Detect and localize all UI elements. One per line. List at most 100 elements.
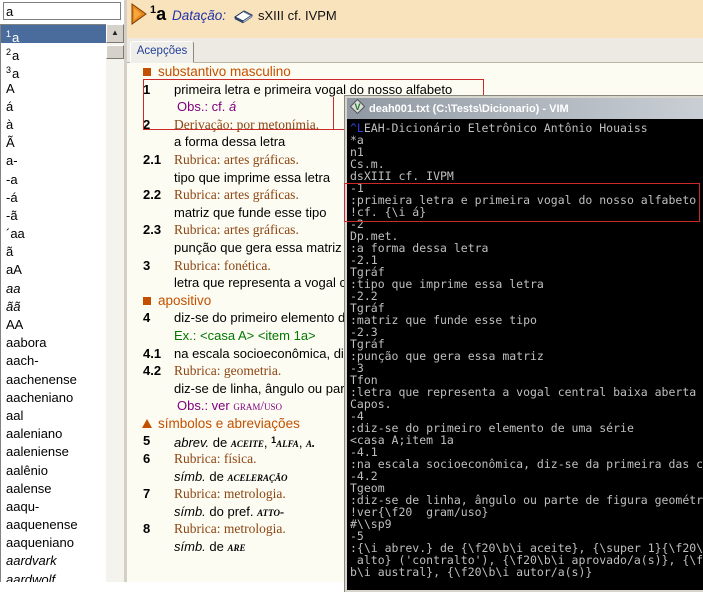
sense-number: 4.2 [143, 362, 173, 380]
headword-letter: a [156, 4, 166, 24]
sense-number: 5 [143, 432, 173, 450]
sense-number: 3 [143, 257, 173, 275]
search-input[interactable] [3, 2, 121, 20]
list-item[interactable]: aach- [1, 352, 107, 370]
vim-buffer[interactable]: ^LEAH-Dicionário Eletrônico Antônio Houa… [347, 119, 703, 590]
vim-line: ^LEAH-Dicionário Eletrônico Antônio Houa… [350, 122, 703, 134]
list-item[interactable]: 2a [1, 43, 107, 61]
list-item[interactable]: a- [1, 152, 107, 170]
vim-line: :punção que gera essa matriz [350, 350, 703, 362]
vim-line: :na escala socioeconômica, diz-se da pri… [350, 458, 703, 470]
vim-icon[interactable]: V [350, 99, 365, 119]
list-item[interactable]: AA [1, 316, 107, 334]
list-item[interactable]: -ã [1, 207, 107, 225]
list-item[interactable]: aa [1, 280, 107, 298]
tab-strip: Acepções [127, 38, 703, 63]
triangle-bullet-icon [142, 419, 152, 428]
list-item[interactable]: 3a [1, 61, 107, 79]
list-item[interactable]: ´aa [1, 225, 107, 243]
list-item[interactable]: aaquenense [1, 516, 107, 534]
sense-text: Rubrica: artes gráficas. [174, 221, 299, 239]
sense-number: 2.2 [143, 186, 173, 204]
list-item[interactable]: aardvark [1, 552, 107, 570]
list-item[interactable]: aacheniano [1, 389, 107, 407]
sense-text: símb. do pref. atto- [174, 503, 284, 522]
list-item-superscript: 3 [6, 65, 11, 75]
list-item[interactable]: aachenense [1, 371, 107, 389]
vim-line: :tipo que imprime essa letra [350, 278, 703, 290]
sense-text: substantivo masculino [158, 63, 291, 81]
svg-text:V: V [354, 102, 360, 112]
vim-line: -2.2 [350, 290, 703, 302]
word-list-scrollbar[interactable]: ▲ [106, 24, 124, 582]
list-item[interactable]: -á [1, 189, 107, 207]
sense-text: apositivo [158, 292, 211, 310]
sense-text: símb. de aceleração [174, 468, 288, 487]
datacao-label: Datação: [172, 8, 226, 23]
sense-text: símb. de are [174, 538, 246, 557]
list-item[interactable]: aal [1, 407, 107, 425]
vim-line: -3 [350, 362, 703, 374]
list-item[interactable]: aalênio [1, 462, 107, 480]
list-item-superscript: 2 [6, 47, 11, 57]
list-item[interactable]: aaleniense [1, 443, 107, 461]
vim-titlebar[interactable]: V deah001.txt (C:\Tests\Dicionario) - VI… [347, 98, 703, 119]
sense-text: a forma dessa letra [174, 133, 285, 151]
sense-text: matriz que funde esse tipo [174, 204, 326, 222]
list-item[interactable]: ãã [1, 298, 107, 316]
annotation-box-sense1-edge [333, 97, 334, 130]
sense-number: 8 [143, 520, 173, 538]
headword: 1a [150, 4, 166, 25]
sense-text: Rubrica: geometria. [174, 362, 281, 380]
vim-line: <casa A;item 1a [350, 434, 703, 446]
list-item[interactable]: A [1, 80, 107, 98]
sense-number: 2.3 [143, 221, 173, 239]
vim-line: !cf. {\i á} [350, 206, 703, 218]
sense-text: punção que gera essa matriz [174, 239, 342, 257]
sense-text: Obs.: cf. á [177, 98, 236, 116]
vim-line: -2 [350, 218, 703, 230]
sense-text: Derivação: por metonímia. [174, 116, 319, 134]
vim-line: b\i austral}, {\f20\b\i autor/a(s)} [350, 566, 703, 578]
list-item[interactable]: Ã [1, 134, 107, 152]
list-item[interactable]: aalense [1, 480, 107, 498]
sense-text: Rubrica: metrologia. [174, 520, 286, 538]
list-item[interactable]: aabora [1, 334, 107, 352]
scrollbar-thumb[interactable] [106, 45, 124, 59]
vim-line: -2.1 [350, 254, 703, 266]
word-list-panel: 1a2a3aAáàÃa--a-á-ã´aaãaAaaããAAaaboraaach… [0, 0, 127, 582]
scroll-up-button[interactable]: ▲ [106, 24, 124, 43]
list-item[interactable]: aaqu- [1, 498, 107, 516]
vim-line: :matriz que funde esse tipo [350, 314, 703, 326]
list-item[interactable]: ã [1, 243, 107, 261]
list-item[interactable]: à [1, 116, 107, 134]
list-item[interactable]: aaleniano [1, 425, 107, 443]
tab-acepcoes[interactable]: Acepções [130, 41, 194, 63]
entry-header: 1a Datação: sXIII cf. IVPM [127, 0, 703, 38]
vim-line: #\\sp9 [350, 518, 703, 530]
sense-text: Rubrica: física. [174, 450, 256, 468]
square-bullet-icon [143, 68, 151, 76]
vim-line: -2.3 [350, 326, 703, 338]
sense-text: Obs.: ver gram/uso [177, 397, 282, 415]
list-item[interactable]: -a [1, 171, 107, 189]
list-item[interactable]: aaqueniano [1, 534, 107, 552]
sense-text: Rubrica: artes gráficas. [174, 186, 299, 204]
sense-number: 6 [143, 450, 173, 468]
entry-arrow-icon[interactable] [131, 3, 148, 30]
list-item[interactable]: aA [1, 261, 107, 279]
sense-number: 7 [143, 485, 173, 503]
scroll-up-icon: ▲ [111, 28, 119, 37]
list-item[interactable]: á [1, 98, 107, 116]
sense-text: símbolos e abreviações [158, 415, 300, 433]
sense-text: Rubrica: fonética. [174, 257, 271, 275]
list-item[interactable]: aardwolf [1, 571, 107, 582]
list-item[interactable]: 1a [1, 25, 107, 43]
sense-row: substantivo masculino [127, 63, 703, 81]
square-bullet-icon [143, 297, 151, 305]
vim-line: :a forma dessa letra [350, 242, 703, 254]
sense-text: Rubrica: metrologia. [174, 485, 286, 503]
sense-number: 4.1 [143, 345, 173, 363]
vim-line: !ver{\f20 gram/uso} [350, 506, 703, 518]
word-list[interactable]: 1a2a3aAáàÃa--a-á-ã´aaãaAaaããAAaaboraaach… [0, 24, 107, 582]
